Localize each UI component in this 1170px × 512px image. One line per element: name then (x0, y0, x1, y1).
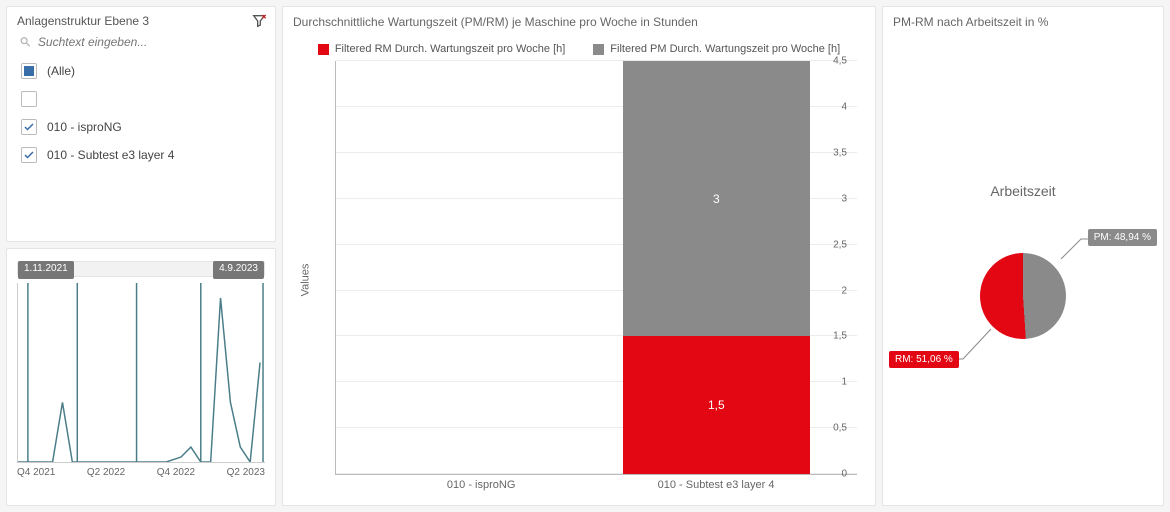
search-icon (19, 35, 32, 49)
bar-value-pm: 3 (623, 192, 811, 206)
filter-clear-icon[interactable] (251, 13, 267, 29)
bar-legend: Filtered RM Durch. Wartungszeit pro Woch… (283, 33, 875, 61)
x-label-subtest: 010 - Subtest e3 layer 4 (658, 479, 775, 491)
legend-swatch-gray (593, 44, 604, 55)
checkbox-empty-icon (21, 91, 37, 107)
filter-item-label: 010 - Subtest e3 layer 4 (47, 148, 174, 162)
timeline-panel: 1.11.2021 4.9.2023 Q4 2021 Q2 2022 Q4 20… (6, 248, 276, 506)
pie-chart-title: Arbeitszeit (883, 183, 1163, 199)
y-tick: 4 (841, 102, 847, 113)
legend-label: Filtered PM Durch. Wartungszeit pro Woch… (610, 43, 840, 55)
timeline-sparkline[interactable] (17, 283, 265, 463)
timeline-x-axis: Q4 2021 Q2 2022 Q4 2022 Q2 2023 (15, 463, 267, 478)
filter-item-label: (Alle) (47, 64, 75, 78)
checkbox-checked-icon (21, 119, 37, 135)
filter-search-input[interactable] (38, 35, 263, 49)
checkbox-checked-icon (21, 147, 37, 163)
filter-title: Anlagenstruktur Ebene 3 (17, 14, 149, 28)
y-tick: 3,5 (833, 148, 847, 159)
bar-plot: 0 0,5 1 1,5 2 2,5 3 3,5 4 4,5 1,5 3 (335, 61, 857, 475)
legend-pm[interactable]: Filtered PM Durch. Wartungszeit pro Woch… (593, 43, 840, 55)
filter-item-subtest[interactable]: 010 - Subtest e3 layer 4 (19, 141, 263, 169)
y-tick: 1 (841, 377, 847, 388)
y-tick: 1,5 (833, 331, 847, 342)
bar-chart-panel: Durchschnittliche Wartungszeit (PM/RM) j… (282, 6, 876, 506)
y-axis-label: Values (299, 264, 311, 297)
filter-search-row[interactable] (7, 31, 275, 55)
time-start-handle[interactable]: 1.11.2021 (18, 261, 74, 279)
filter-item-label: 010 - isproNG (47, 120, 122, 134)
x-label-isprong: 010 - isproNG (447, 479, 515, 491)
filter-item-isprong[interactable]: 010 - isproNG (19, 113, 263, 141)
filter-item-all[interactable]: (Alle) (19, 57, 263, 85)
time-range-slider[interactable]: 1.11.2021 4.9.2023 (17, 261, 265, 277)
legend-rm[interactable]: Filtered RM Durch. Wartungszeit pro Woch… (318, 43, 565, 55)
bar-value-rm: 1,5 (623, 398, 811, 412)
y-tick: 4,5 (833, 56, 847, 67)
filter-item-blank[interactable] (19, 85, 263, 113)
bar-chart-title: Durchschnittliche Wartungszeit (PM/RM) j… (283, 7, 875, 33)
x-tick: Q4 2022 (157, 467, 195, 478)
x-tick: Q2 2022 (87, 467, 125, 478)
bar-subtest[interactable]: 1,5 3 (623, 61, 811, 474)
checkbox-mixed-icon (21, 63, 37, 79)
bar-chart-area[interactable]: Values 0 0,5 1 1,5 2 2,5 3 3, (335, 61, 857, 499)
pie-panel: PM-RM nach Arbeitszeit in % Arbeitszeit … (882, 6, 1164, 506)
y-tick: 3 (841, 193, 847, 204)
y-tick: 0 (841, 469, 847, 480)
pie-panel-title: PM-RM nach Arbeitszeit in % (883, 7, 1163, 33)
y-tick: 2,5 (833, 239, 847, 250)
legend-label: Filtered RM Durch. Wartungszeit pro Woch… (335, 43, 565, 55)
x-tick: Q4 2021 (17, 467, 55, 478)
legend-swatch-red (318, 44, 329, 55)
y-tick: 2 (841, 285, 847, 296)
x-tick: Q2 2023 (227, 467, 265, 478)
y-tick: 0,5 (833, 423, 847, 434)
pie-label-rm: RM: 51,06 % (889, 351, 959, 368)
filter-panel: Anlagenstruktur Ebene 3 (Alle) 010 - i (6, 6, 276, 242)
pie-label-pm: PM: 48,94 % (1088, 229, 1157, 246)
pie-chart-area[interactable]: PM: 48,94 % RM: 51,06 % (883, 199, 1163, 505)
time-end-handle[interactable]: 4.9.2023 (213, 261, 264, 279)
